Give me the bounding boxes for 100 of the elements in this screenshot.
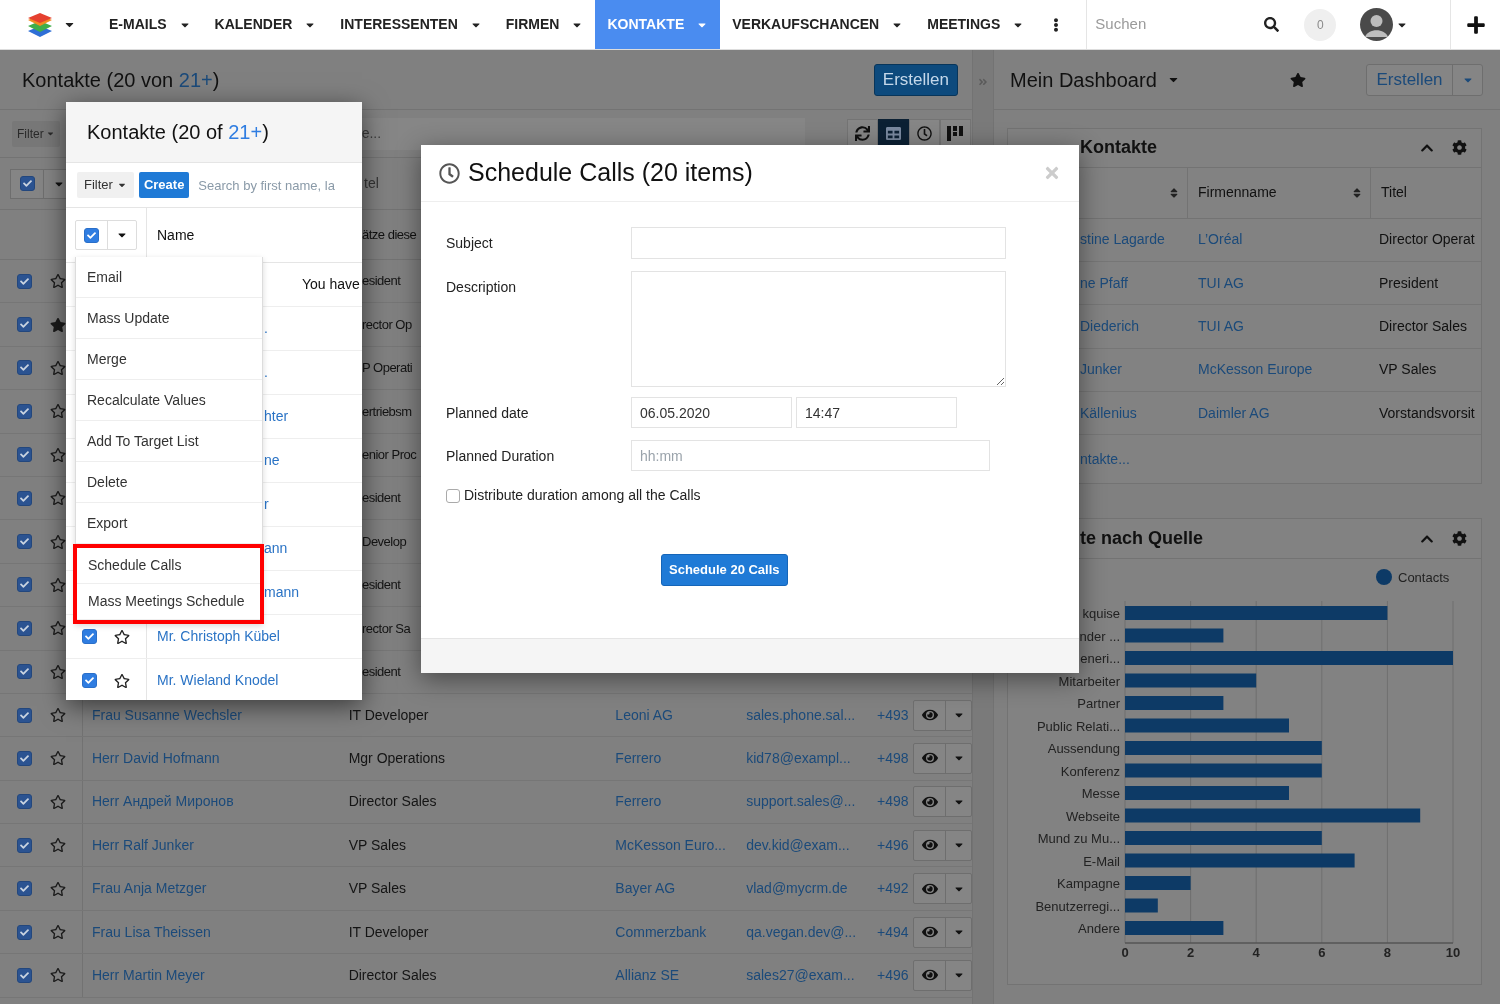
settings-icon[interactable]: [1452, 531, 1467, 546]
menu-item[interactable]: Delete: [76, 462, 262, 503]
create-button[interactable]: Erstellen: [873, 63, 958, 96]
contact-name-link[interactable]: Herr David Hofmann: [91, 748, 220, 769]
company-link[interactable]: Commerzbank: [615, 923, 707, 940]
menu-item[interactable]: Recalculate Values: [76, 380, 262, 421]
star-icon[interactable]: [50, 273, 66, 290]
menu-item[interactable]: Mass Update: [76, 298, 262, 339]
text-fragment[interactable]: hter: [264, 408, 289, 424]
contact-name-link[interactable]: Junker: [1080, 361, 1123, 378]
star-icon[interactable]: [49, 924, 66, 941]
email-link[interactable]: kid78@exampl...: [746, 750, 851, 766]
company-link[interactable]: Daimler AG: [1198, 404, 1270, 421]
nav-tab[interactable]: KONTAKTE: [595, 0, 721, 49]
phone-link[interactable]: +498: [877, 750, 909, 766]
star-icon[interactable]: [50, 620, 66, 637]
star-icon[interactable]: [114, 672, 130, 689]
checkbox[interactable]: [17, 751, 32, 766]
company-link[interactable]: McKesson Euro...: [615, 836, 726, 853]
company-link[interactable]: TUI AG: [1198, 274, 1244, 291]
checkbox[interactable]: [17, 664, 32, 680]
column-header[interactable]: Name: [157, 224, 195, 246]
star-icon[interactable]: [50, 490, 66, 507]
checkbox[interactable]: [17, 707, 32, 723]
checkbox[interactable]: [17, 577, 32, 593]
column-header[interactable]: Firmenname: [1198, 182, 1277, 204]
checkbox[interactable]: [17, 447, 32, 463]
star-icon[interactable]: [49, 837, 66, 854]
phone-link[interactable]: +494: [877, 923, 909, 940]
total-link[interactable]: 21+: [178, 68, 213, 91]
star-icon[interactable]: [50, 446, 66, 463]
company-link[interactable]: Allianz SE: [615, 966, 680, 983]
company-link[interactable]: McKesson Europe: [1198, 361, 1313, 378]
checkbox[interactable]: [17, 273, 32, 289]
star-icon[interactable]: [50, 533, 66, 550]
search-icon[interactable]: [1264, 17, 1280, 32]
star-icon[interactable]: [50, 316, 66, 333]
duration-field[interactable]: hh:mm: [631, 440, 990, 471]
more-link[interactable]: ntakte...: [1080, 448, 1130, 470]
search-field[interactable]: Search by first name, la: [196, 172, 357, 198]
contact-name-link[interactable]: Frau Lisa Theissen: [91, 921, 211, 943]
email-link[interactable]: support.sales@...: [746, 793, 856, 810]
filter-button[interactable]: Filter: [12, 120, 60, 147]
phone-link[interactable]: +492: [877, 880, 909, 897]
filter-button[interactable]: Filter: [77, 172, 134, 198]
star-icon[interactable]: [49, 707, 66, 724]
checkbox[interactable]: [17, 403, 32, 419]
star-icon[interactable]: [1290, 71, 1306, 88]
menu-item[interactable]: Export: [76, 503, 262, 544]
checkbox[interactable]: [17, 360, 32, 376]
logo-icon[interactable]: [27, 11, 53, 38]
menu-item[interactable]: Schedule Calls: [77, 548, 260, 584]
checkbox[interactable]: [17, 534, 32, 550]
contact-name-link[interactable]: Frau Anja Metzger: [91, 878, 207, 900]
settings-icon[interactable]: [1452, 140, 1467, 156]
star-icon[interactable]: [50, 403, 66, 420]
text-fragment[interactable]: mann: [264, 584, 300, 600]
schedule-button[interactable]: Schedule 20 Calls: [661, 554, 788, 586]
contact-name-link[interactable]: Mr. Wieland Knodel: [157, 672, 279, 688]
sort-icon[interactable]: [1169, 186, 1179, 199]
input-field[interactable]: [631, 227, 1006, 259]
company-link[interactable]: Ferrero: [615, 793, 662, 810]
contact-name-link[interactable]: Diederich: [1080, 317, 1140, 334]
create-button[interactable]: Create: [138, 172, 190, 198]
checkbox[interactable]: [81, 673, 97, 688]
time-field[interactable]: 14:47: [796, 397, 957, 428]
text-fragment[interactable]: r: [264, 496, 269, 512]
avatar[interactable]: [1360, 8, 1394, 41]
checkbox[interactable]: [446, 488, 460, 503]
checkbox[interactable]: [84, 227, 99, 243]
contact-name-link[interactable]: stine Lagarde: [1080, 231, 1165, 248]
contact-name-link[interactable]: Källenius: [1080, 404, 1137, 421]
star-icon[interactable]: [49, 967, 66, 984]
add-icon[interactable]: [1465, 14, 1486, 35]
company-link[interactable]: Bayer AG: [615, 880, 676, 897]
notification-badge[interactable]: 0: [1304, 8, 1337, 41]
sort-icon[interactable]: [1352, 186, 1362, 199]
star-icon[interactable]: [114, 628, 130, 645]
email-link[interactable]: sales.phone.sal...: [746, 706, 856, 723]
text-fragment[interactable]: ne: [264, 452, 280, 468]
company-link[interactable]: TUI AG: [1198, 317, 1244, 334]
star-icon[interactable]: [50, 359, 66, 376]
checkbox[interactable]: [17, 881, 32, 897]
text-fragment[interactable]: ann: [264, 540, 288, 556]
total-link[interactable]: 21+: [228, 121, 263, 143]
email-link[interactable]: qa.vegan.dev@...: [746, 923, 857, 940]
phone-link[interactable]: +496: [877, 836, 909, 853]
star-icon[interactable]: [49, 880, 66, 897]
checkbox[interactable]: [17, 317, 32, 333]
phone-link[interactable]: +498: [877, 793, 909, 810]
checkbox[interactable]: [19, 176, 35, 191]
star-icon[interactable]: [50, 663, 66, 680]
contact-name-link[interactable]: Mr. Christoph Kübel: [157, 628, 280, 644]
date-field[interactable]: 06.05.2020: [631, 397, 792, 428]
menu-item[interactable]: Add To Target List: [76, 421, 262, 462]
checkbox[interactable]: [17, 490, 32, 506]
checkbox[interactable]: [17, 924, 32, 940]
contact-name-link[interactable]: Herr Андрей Миронов: [91, 791, 234, 813]
checkbox[interactable]: [81, 629, 97, 644]
contact-name-link[interactable]: Herr Ralf Junker: [91, 834, 194, 856]
